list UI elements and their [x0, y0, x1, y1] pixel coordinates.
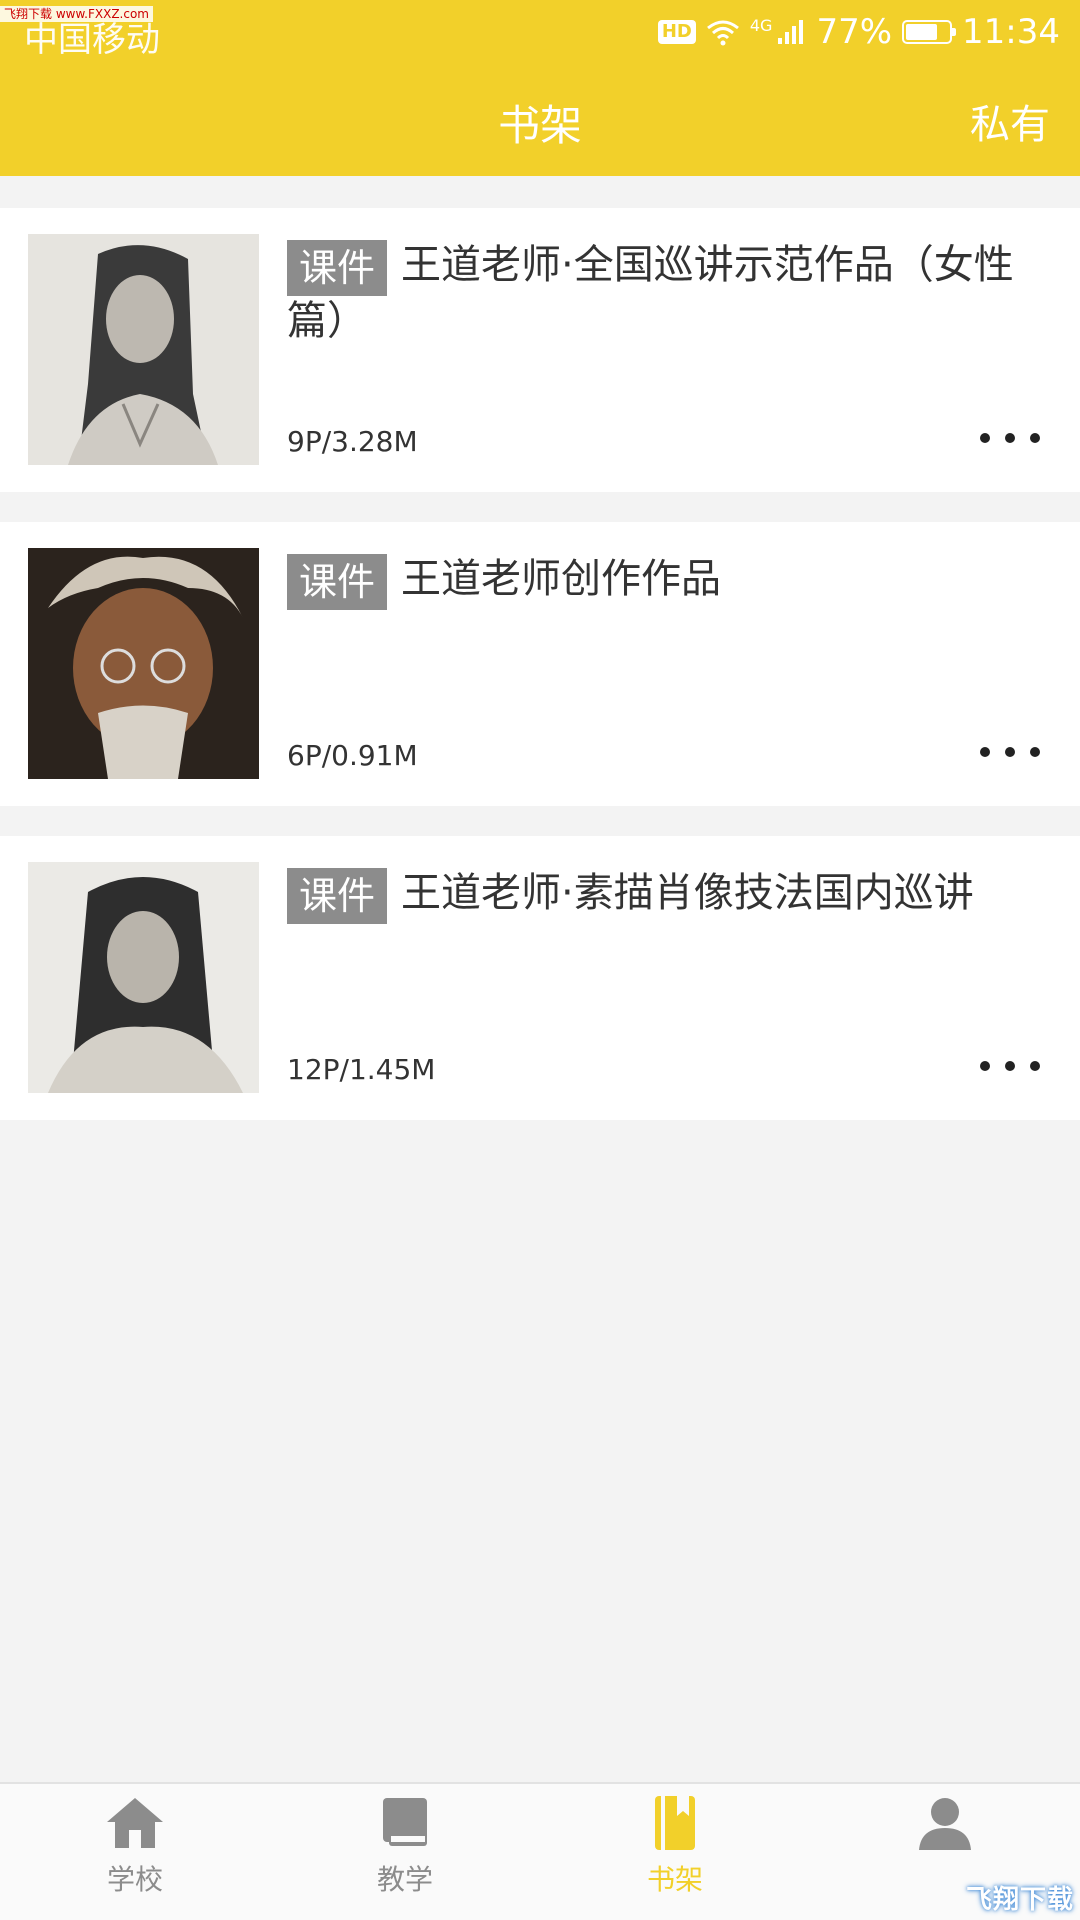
cover-image	[28, 862, 259, 1093]
item-title: 王道老师·素描肖像技法国内巡讲	[401, 870, 974, 916]
corner-watermark: 飞翔下载	[965, 1885, 1074, 1915]
home-icon	[107, 1798, 163, 1848]
wifi-icon	[706, 20, 739, 46]
status-icons: HD 4G 77% 11:34	[657, 12, 1060, 52]
cover-image	[28, 234, 259, 465]
item-meta: 12P/1.45M	[287, 1053, 436, 1086]
clock: 11:34	[962, 12, 1060, 52]
bookmark-book-icon	[655, 1796, 695, 1850]
header: 飞翔下载 www.FXXZ.com 中国移动 HD 4G 77% 11:34 书…	[0, 0, 1080, 176]
carrier-label: 中国移动	[24, 20, 160, 60]
signal-icon	[778, 20, 804, 44]
item-info: 课件 王道老师·全国巡讲示范作品（女性篇） 9P/3.28M	[287, 240, 1040, 470]
more-options-icon[interactable]	[980, 430, 1040, 446]
bottom-tab-bar: 学校 教学 书架 飞翔下载	[0, 1782, 1080, 1920]
item-meta: 9P/3.28M	[287, 425, 418, 458]
book-icon	[383, 1798, 427, 1846]
item-info: 课件 王道老师创作作品 6P/0.91M	[287, 554, 1040, 784]
list-item[interactable]: 课件 王道老师·素描肖像技法国内巡讲 12P/1.45M	[0, 836, 1080, 1120]
item-info: 课件 王道老师·素描肖像技法国内巡讲 12P/1.45M	[287, 868, 1040, 1098]
hd-icon: HD	[657, 20, 696, 44]
cover-image	[28, 548, 259, 779]
courseware-tag: 课件	[287, 554, 388, 610]
list-item[interactable]: 课件 王道老师创作作品 6P/0.91M	[0, 522, 1080, 806]
tab-label: 学校	[106, 1863, 163, 1896]
tab-bookshelf[interactable]: 书架	[600, 1794, 750, 1914]
title-bar: 书架 私有	[0, 66, 1080, 174]
more-options-icon[interactable]	[980, 1058, 1040, 1074]
item-title: 王道老师创作作品	[401, 556, 722, 602]
network-type-label: 4G	[749, 15, 773, 35]
item-meta: 6P/0.91M	[287, 739, 418, 772]
tab-school[interactable]: 学校	[60, 1794, 210, 1914]
battery-percent: 77%	[816, 12, 893, 52]
page-title: 书架	[497, 101, 582, 150]
user-icon	[919, 1798, 971, 1850]
tab-teaching[interactable]: 教学	[330, 1794, 480, 1914]
tab-label: 书架	[646, 1863, 703, 1896]
courseware-tag: 课件	[287, 240, 388, 296]
bookshelf-list: 课件 王道老师·全国巡讲示范作品（女性篇） 9P/3.28M 课件 王道老师创作…	[0, 208, 1080, 1150]
more-options-icon[interactable]	[980, 744, 1040, 760]
battery-icon	[902, 20, 957, 44]
tab-label: 教学	[376, 1863, 433, 1896]
private-button[interactable]: 私有	[970, 92, 1050, 150]
courseware-tag: 课件	[287, 868, 388, 924]
screen: 飞翔下载 www.FXXZ.com 中国移动 HD 4G 77% 11:34 书…	[0, 0, 1080, 1920]
status-bar: 飞翔下载 www.FXXZ.com 中国移动 HD 4G 77% 11:34	[0, 0, 1080, 66]
list-item[interactable]: 课件 王道老师·全国巡讲示范作品（女性篇） 9P/3.28M	[0, 208, 1080, 492]
item-title: 王道老师·全国巡讲示范作品（女性篇）	[287, 242, 1014, 344]
